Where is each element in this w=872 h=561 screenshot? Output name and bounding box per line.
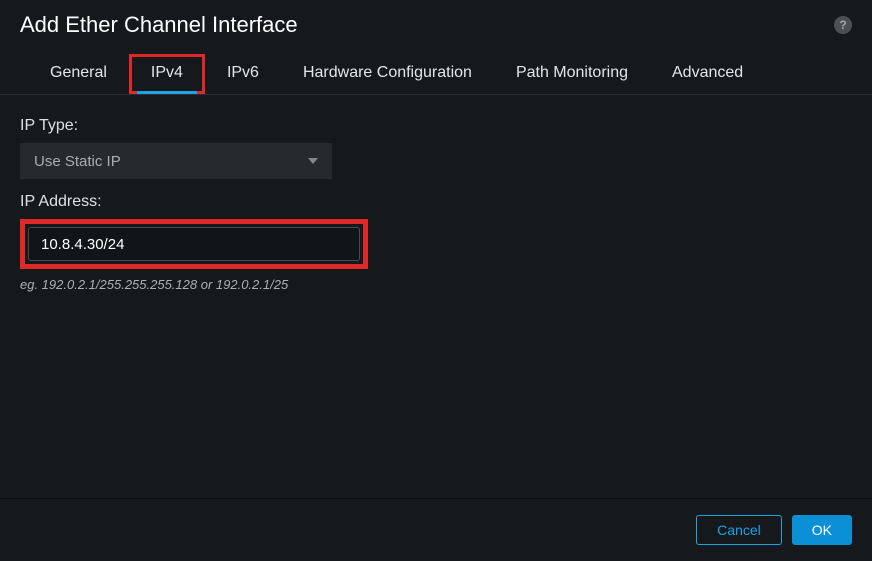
tab-path-monitoring[interactable]: Path Monitoring bbox=[494, 54, 650, 94]
dialog-title: Add Ether Channel Interface bbox=[20, 12, 298, 38]
dialog-container: Add Ether Channel Interface ? General IP… bbox=[0, 0, 872, 561]
tab-general[interactable]: General bbox=[28, 54, 129, 94]
ok-button[interactable]: OK bbox=[792, 515, 852, 545]
ip-type-label: IP Type: bbox=[20, 117, 852, 135]
dialog-footer: Cancel OK bbox=[0, 498, 872, 561]
ip-address-label: IP Address: bbox=[20, 193, 852, 211]
tab-advanced[interactable]: Advanced bbox=[650, 54, 765, 94]
tab-label: IPv4 bbox=[151, 64, 183, 81]
tab-label: IPv6 bbox=[227, 64, 259, 81]
dialog-header: Add Ether Channel Interface ? bbox=[0, 0, 872, 54]
tab-bar: General IPv4 IPv6 Hardware Configuration… bbox=[0, 54, 872, 95]
button-label: OK bbox=[812, 522, 832, 538]
tab-hardware-configuration[interactable]: Hardware Configuration bbox=[281, 54, 494, 94]
cancel-button[interactable]: Cancel bbox=[696, 515, 782, 545]
tab-label: General bbox=[50, 64, 107, 81]
ip-address-highlight bbox=[20, 219, 368, 269]
tab-label: Path Monitoring bbox=[516, 64, 628, 81]
help-icon[interactable]: ? bbox=[834, 16, 852, 34]
ip-type-select[interactable]: Use Static IP bbox=[20, 143, 332, 179]
tab-label: Hardware Configuration bbox=[303, 64, 472, 81]
content-area: IP Type: Use Static IP IP Address: eg. 1… bbox=[0, 95, 872, 498]
tab-ipv4[interactable]: IPv4 bbox=[129, 54, 205, 94]
button-label: Cancel bbox=[717, 522, 761, 538]
ip-type-value: Use Static IP bbox=[34, 153, 121, 170]
tab-ipv6[interactable]: IPv6 bbox=[205, 54, 281, 94]
ip-address-hint: eg. 192.0.2.1/255.255.255.128 or 192.0.2… bbox=[20, 277, 852, 292]
ip-address-input[interactable] bbox=[28, 227, 360, 261]
tab-label: Advanced bbox=[672, 64, 743, 81]
chevron-down-icon bbox=[308, 158, 318, 164]
